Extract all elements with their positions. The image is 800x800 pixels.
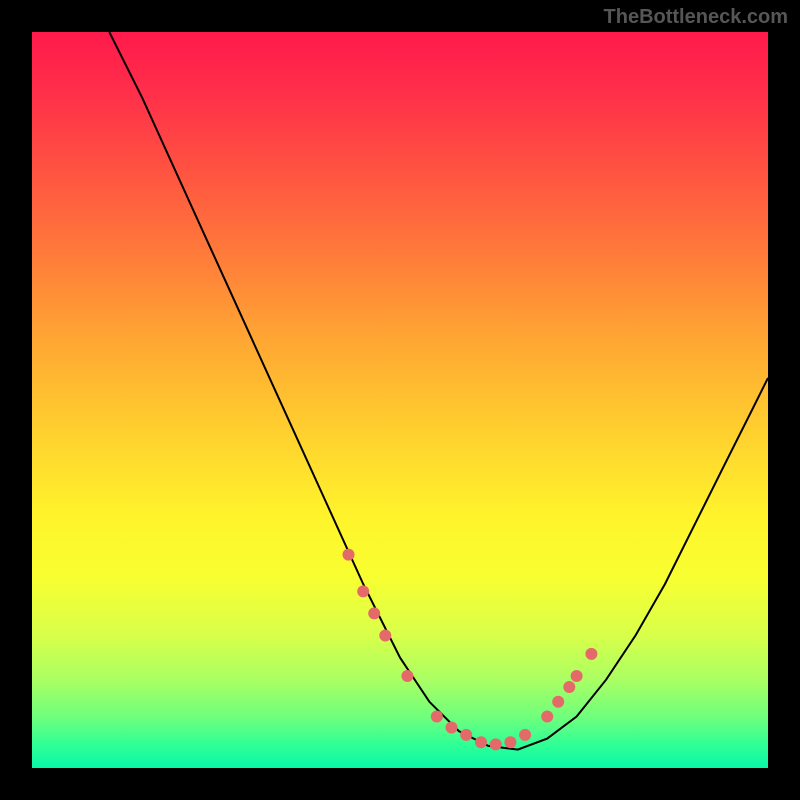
data-dot bbox=[431, 711, 443, 723]
data-dot bbox=[357, 585, 369, 597]
data-dot bbox=[552, 696, 564, 708]
data-dot bbox=[541, 711, 553, 723]
data-dot bbox=[343, 549, 355, 561]
data-dot bbox=[460, 729, 472, 741]
plot-svg bbox=[32, 32, 768, 768]
watermark-text: TheBottleneck.com bbox=[604, 6, 788, 29]
data-dot bbox=[490, 738, 502, 750]
plot-area bbox=[32, 32, 768, 768]
data-dot bbox=[563, 681, 575, 693]
data-dot bbox=[504, 736, 516, 748]
data-dot bbox=[475, 736, 487, 748]
data-dot bbox=[571, 670, 583, 682]
chart-stage: TheBottleneck.com bbox=[0, 0, 800, 800]
data-dots-group bbox=[343, 549, 598, 751]
data-dot bbox=[379, 630, 391, 642]
data-dot bbox=[446, 722, 458, 734]
data-dot bbox=[401, 670, 413, 682]
data-dot bbox=[368, 607, 380, 619]
bottleneck-curve bbox=[109, 32, 768, 750]
data-dot bbox=[585, 648, 597, 660]
data-dot bbox=[519, 729, 531, 741]
